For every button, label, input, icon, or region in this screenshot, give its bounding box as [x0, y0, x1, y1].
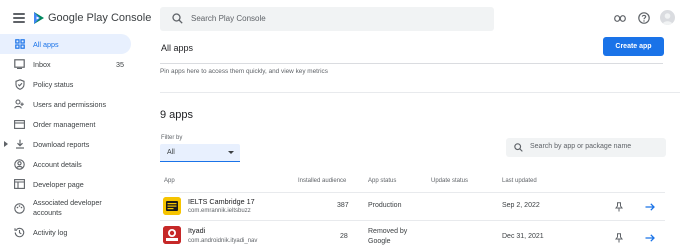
inbox-icon: [14, 59, 25, 70]
table-row[interactable]: Ityadi com.androidnik.ityadi_nav 28 Remo…: [160, 220, 665, 247]
page-icon: [14, 179, 25, 190]
search-icon: [172, 13, 183, 24]
sidebar-nav: All apps Inbox 35 Policy status Users an…: [0, 34, 140, 242]
card-icon: [14, 119, 25, 130]
shield-icon: [14, 78, 25, 90]
app-search-input[interactable]: Search by app or package name: [506, 138, 666, 157]
app-icon-ityadi: [163, 226, 181, 244]
create-app-button[interactable]: Create app: [603, 37, 664, 56]
sidebar-item-developer-page[interactable]: Developer page: [0, 174, 140, 194]
inbox-count: 35: [116, 59, 124, 69]
search-input[interactable]: Search Play Console: [160, 7, 494, 31]
menu-icon[interactable]: [13, 13, 25, 23]
sidebar: Google Play Console All apps Inbox 35 Po…: [0, 0, 151, 249]
history-icon: [14, 227, 25, 238]
column-header-update-status[interactable]: Update status: [431, 178, 468, 184]
play-console-window: Google Play Console All apps Inbox 35 Po…: [0, 0, 680, 249]
arrow-right-icon[interactable]: [645, 203, 655, 211]
app-package: com.androidnik.ityadi_nav: [188, 238, 258, 244]
expand-caret-icon[interactable]: [4, 141, 8, 147]
pinned-apps-hint: Pin apps here to access them quickly, an…: [160, 68, 328, 75]
pin-icon[interactable]: [615, 202, 623, 212]
sidebar-item-label: Developer page: [33, 179, 84, 189]
sidebar-item-associated-developer-accounts[interactable]: Associated developer accounts: [0, 194, 140, 222]
link-icon[interactable]: [611, 9, 629, 27]
app-name[interactable]: Ityadi: [188, 226, 205, 235]
person-icon: [14, 99, 25, 110]
search-icon: [514, 143, 523, 152]
column-header-last-updated[interactable]: Last updated: [502, 178, 537, 184]
sidebar-item-download-reports[interactable]: Download reports: [0, 134, 140, 154]
grid-icon: [14, 39, 25, 50]
sidebar-item-label: Users and permissions: [33, 99, 107, 109]
search-placeholder: Search Play Console: [191, 14, 266, 23]
filter-select[interactable]: All: [160, 144, 240, 162]
play-console-logo-icon: [34, 12, 44, 24]
filter-value: All: [167, 149, 175, 156]
app-icon-ielts: [163, 197, 181, 215]
sidebar-item-label: Inbox: [33, 59, 51, 69]
column-header-installed-audience[interactable]: Installed audience: [298, 178, 346, 184]
arrow-right-icon[interactable]: [645, 234, 655, 242]
filter-label: Filter by: [161, 135, 183, 141]
table-row[interactable]: IELTS Cambridge 17 com.emrannik.ieltsbuz…: [160, 192, 665, 219]
sidebar-item-policy-status[interactable]: Policy status: [0, 74, 140, 94]
account-icon: [14, 158, 25, 170]
sidebar-item-label: Activity log: [33, 227, 68, 237]
sidebar-item-activity-log[interactable]: Activity log: [0, 222, 140, 242]
divider: [160, 92, 680, 93]
divider: [160, 63, 663, 64]
pin-icon[interactable]: [615, 233, 623, 243]
installed-audience: 387: [337, 202, 349, 209]
sidebar-item-label: Order management: [33, 119, 96, 129]
sidebar-item-label: All apps: [33, 39, 59, 49]
page-title: All apps: [161, 43, 194, 53]
app-package: com.emrannik.ieltsbuzz: [188, 208, 251, 214]
palette-icon: [14, 202, 25, 214]
sidebar-item-order-management[interactable]: Order management: [0, 114, 140, 134]
app-status: Removed by: [368, 228, 408, 235]
last-updated: Dec 31, 2021: [502, 233, 544, 240]
download-icon: [14, 139, 25, 150]
help-icon[interactable]: [635, 9, 653, 27]
avatar[interactable]: [660, 10, 675, 25]
sidebar-item-label: Associated developer accounts: [33, 198, 102, 217]
sidebar-item-users-and-permissions[interactable]: Users and permissions: [0, 94, 140, 114]
installed-audience: 28: [340, 233, 348, 240]
column-header-app-status[interactable]: App status: [368, 178, 396, 184]
app-search-placeholder: Search by app or package name: [530, 143, 632, 150]
app-status: Production: [368, 202, 402, 209]
sidebar-item-account-details[interactable]: Account details: [0, 154, 140, 174]
brand-bar: Google Play Console: [0, 0, 151, 36]
sidebar-item-label: Account details: [33, 159, 82, 169]
sidebar-item-inbox[interactable]: Inbox 35: [0, 54, 140, 74]
column-header-app[interactable]: App: [164, 178, 175, 184]
brand-name: Google Play Console: [48, 12, 152, 24]
sidebar-item-all-apps[interactable]: All apps: [0, 34, 131, 54]
apps-count: 9 apps: [160, 109, 194, 121]
chevron-down-icon: [228, 151, 234, 154]
sidebar-item-label: Policy status: [33, 79, 74, 89]
sidebar-item-label: Download reports: [33, 139, 90, 149]
app-status-line2: Google: [368, 238, 391, 245]
last-updated: Sep 2, 2022: [502, 202, 540, 209]
app-name[interactable]: IELTS Cambridge 17: [188, 197, 255, 206]
